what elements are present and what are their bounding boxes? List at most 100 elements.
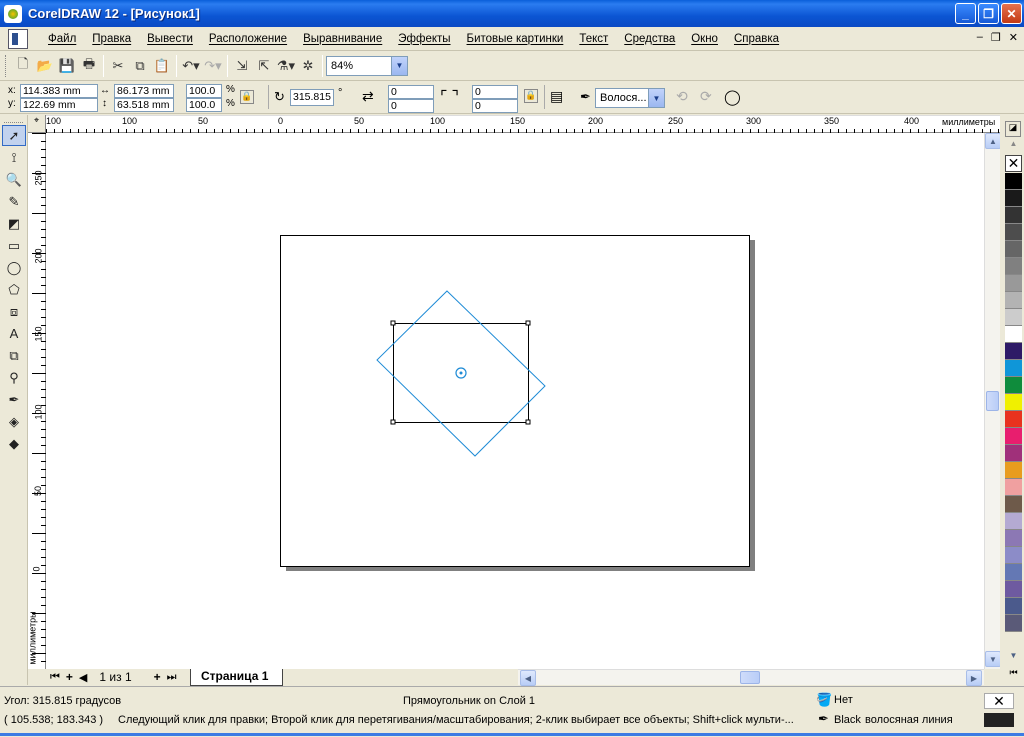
text-tool-icon[interactable]: A (2, 323, 26, 344)
no-color-swatch[interactable]: ✕ (1005, 155, 1022, 172)
color-swatch[interactable] (1005, 309, 1022, 326)
color-swatch[interactable] (1005, 615, 1022, 632)
import-icon[interactable]: ⇲ (231, 55, 253, 77)
outline-tool-icon[interactable]: ✒ (2, 389, 26, 410)
menu-tools[interactable]: Средства (616, 33, 683, 45)
menu-layout[interactable]: Расположение (201, 33, 295, 45)
palette-expand-icon[interactable]: ⏮ (1005, 667, 1022, 679)
zoom-tool-icon[interactable]: 🔍 (2, 169, 26, 190)
corner-top-left-field[interactable]: 0 (388, 85, 434, 99)
color-swatch[interactable] (1005, 564, 1022, 581)
color-swatch[interactable] (1005, 530, 1022, 547)
color-swatch[interactable] (1005, 292, 1022, 309)
document-icon[interactable] (8, 28, 28, 49)
basic-shapes-tool-icon[interactable]: ⧈ (2, 301, 26, 322)
redo-icon[interactable]: ↷▾ (202, 55, 224, 77)
color-swatch[interactable] (1005, 479, 1022, 496)
toolbar-grip[interactable] (5, 54, 8, 77)
print-icon[interactable]: 🖶 (78, 55, 100, 77)
color-swatch[interactable] (1005, 190, 1022, 207)
color-swatch[interactable] (1005, 547, 1022, 564)
color-swatch[interactable] (1005, 394, 1022, 411)
scale-height-field[interactable]: 100.0 (186, 98, 222, 112)
color-swatch[interactable] (1005, 224, 1022, 241)
minimize-button[interactable]: _ (955, 3, 976, 24)
convert-to-curves-icon[interactable]: ⟲ (676, 88, 688, 105)
shape-tool-icon[interactable]: ⟟ (2, 147, 26, 168)
color-swatch[interactable] (1005, 275, 1022, 292)
palette-scroll-down-icon[interactable]: ▼ (1005, 651, 1022, 663)
scale-width-field[interactable]: 100.0 (186, 84, 222, 98)
color-swatch[interactable] (1005, 581, 1022, 598)
coreldraw-app-icon[interactable] (4, 4, 22, 23)
menu-arrange[interactable]: Выравнивание (295, 33, 390, 45)
eyedropper-tool-icon[interactable]: ⚲ (2, 367, 26, 388)
scroll-left-button[interactable]: ◀ (520, 670, 536, 686)
smart-fill-tool-icon[interactable]: ◩ (2, 213, 26, 234)
color-swatch[interactable] (1005, 326, 1022, 343)
add-page-before-icon[interactable]: + (66, 670, 73, 684)
prev-page-icon[interactable]: ◀ (79, 671, 87, 684)
vertical-scrollbar[interactable]: ▲ ▼ (984, 133, 1001, 669)
toolbox-grip[interactable] (4, 117, 23, 123)
fill-tool-icon[interactable]: ◈ (2, 411, 26, 432)
interactive-fill-tool-icon[interactable]: ◆ (2, 433, 26, 454)
close-button[interactable]: ✕ (1001, 3, 1022, 24)
rotation-angle-field[interactable]: 315.815 (290, 89, 334, 106)
convert-icon[interactable]: ⟳ (700, 88, 712, 105)
horizontal-ruler[interactable]: 100 100 50 0 50 100 150 200 250 300 350 … (46, 115, 1000, 134)
wrap-text-icon[interactable]: ▤ (550, 88, 563, 105)
freehand-tool-icon[interactable]: ✎ (2, 191, 26, 212)
scroll-up-button[interactable]: ▲ (985, 133, 1001, 149)
palette-options-icon[interactable]: ◪ (1005, 121, 1021, 137)
last-page-icon[interactable]: ⏭ (167, 671, 177, 684)
contour-icon[interactable]: ◯ (724, 88, 741, 106)
new-document-icon[interactable]: 🗋 (12, 55, 34, 77)
maximize-button[interactable]: ❐ (978, 3, 999, 24)
color-swatch[interactable] (1005, 173, 1022, 190)
drawing-canvas[interactable] (46, 133, 984, 669)
menu-window[interactable]: Окно (683, 33, 726, 45)
mirror-icon[interactable]: ⇄ (362, 88, 382, 108)
doc-minimize-button[interactable]: – (977, 31, 983, 44)
doc-restore-button[interactable]: ❐ (991, 31, 1001, 44)
scroll-down-button[interactable]: ▼ (985, 651, 1001, 667)
doc-close-button[interactable]: ✕ (1009, 31, 1018, 44)
page-tab[interactable]: Страница 1 (190, 669, 284, 686)
corner-bottom-right-field[interactable]: 0 (472, 99, 518, 113)
add-page-after-icon[interactable]: + (154, 670, 161, 684)
horizontal-scrollbar[interactable]: ◀ ▶ (518, 669, 984, 686)
color-swatch[interactable] (1005, 343, 1022, 360)
ruler-origin[interactable]: ⌖ (28, 115, 46, 133)
pick-tool-icon[interactable]: ➚ (2, 125, 26, 146)
chevron-down-icon[interactable]: ▼ (391, 56, 407, 75)
scroll-right-button[interactable]: ▶ (966, 670, 982, 686)
color-swatch[interactable] (1005, 360, 1022, 377)
menu-help[interactable]: Справка (726, 33, 787, 45)
lock-ratio-icon[interactable]: 🔒 (240, 90, 254, 104)
color-swatch[interactable] (1005, 496, 1022, 513)
color-swatch[interactable] (1005, 445, 1022, 462)
menu-edit[interactable]: Правка (84, 33, 139, 45)
menu-view[interactable]: Вывести (139, 33, 201, 45)
corel-online-icon[interactable]: ✲ (297, 55, 319, 77)
chevron-down-icon[interactable]: ▼ (648, 89, 664, 107)
color-swatch[interactable] (1005, 258, 1022, 275)
x-position-field[interactable]: 114.383 mm (20, 84, 98, 98)
application-launcher-icon[interactable]: ⚗▾ (275, 55, 297, 77)
horizontal-scroll-thumb[interactable] (740, 671, 760, 684)
menu-text[interactable]: Текст (571, 33, 616, 45)
menu-bitmaps[interactable]: Битовые картинки (459, 33, 572, 45)
color-swatch[interactable] (1005, 411, 1022, 428)
color-swatch[interactable] (1005, 207, 1022, 224)
undo-icon[interactable]: ↶▾ (180, 55, 202, 77)
vertical-scroll-thumb[interactable] (986, 391, 999, 411)
zoom-level-combo[interactable]: 84% ▼ (326, 55, 408, 76)
y-position-field[interactable]: 122.69 mm (20, 98, 98, 112)
corner-top-right-field[interactable]: 0 (472, 85, 518, 99)
ellipse-tool-icon[interactable]: ◯ (2, 257, 26, 278)
first-page-icon[interactable]: ⏮ (50, 671, 60, 684)
cut-icon[interactable]: ✂ (107, 55, 129, 77)
menu-effects[interactable]: Эффекты (390, 33, 458, 45)
color-swatch[interactable] (1005, 377, 1022, 394)
